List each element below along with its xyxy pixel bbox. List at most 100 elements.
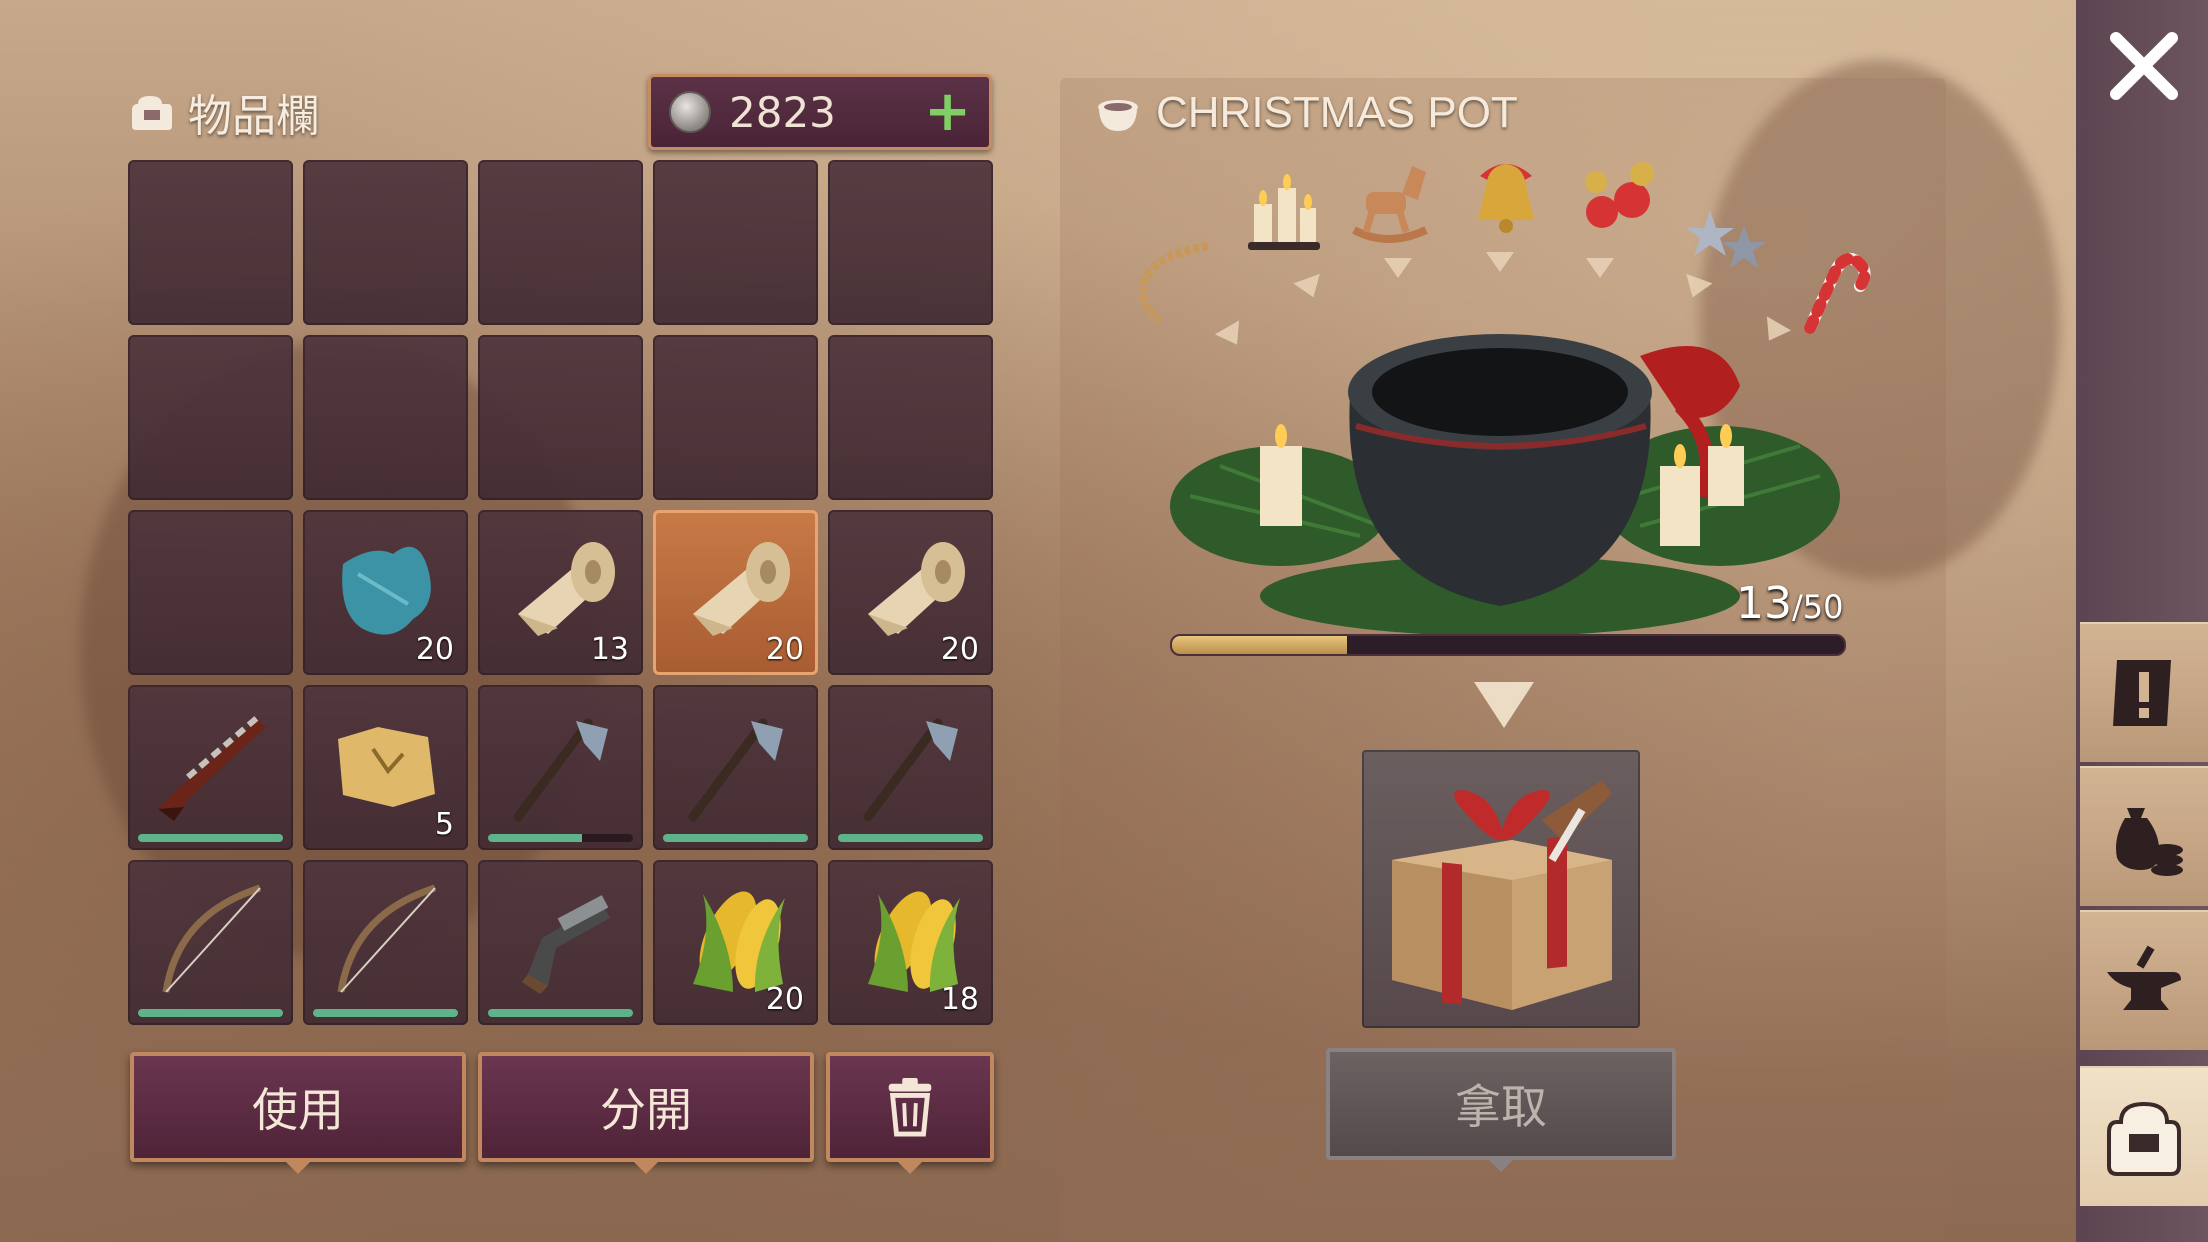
scroll-icon (693, 542, 790, 636)
item-quantity: 18 (940, 982, 979, 1017)
durability-fill (138, 834, 283, 842)
inventory-slot-pistol[interactable] (478, 860, 643, 1025)
sidebar-tab-crafting[interactable] (2080, 910, 2208, 1050)
durability-bar (488, 834, 633, 842)
durability-fill (488, 1009, 633, 1017)
item-quantity: 20 (415, 632, 454, 667)
item-quantity: 20 (765, 632, 804, 667)
cloth-icon (342, 546, 431, 635)
inventory-slot-corn[interactable]: 20 (653, 860, 818, 1025)
corn-icon (868, 891, 960, 992)
inventory-slot-corn[interactable]: 18 (828, 860, 993, 1025)
reward-slot[interactable] (1362, 750, 1640, 1028)
sidebar-tab-inventory[interactable] (2080, 1066, 2208, 1206)
pot-title-text: CHRISTMAS POT (1156, 88, 1518, 137)
money-bag-icon (2116, 808, 2183, 876)
durability-bar (138, 1009, 283, 1017)
inventory-slot-empty[interactable] (128, 335, 293, 500)
inventory-slot-map[interactable]: 5 (303, 685, 468, 850)
bow-icon (337, 884, 437, 993)
inventory-title-text: 物品欄 (188, 91, 320, 142)
take-button[interactable]: 拿取 (1326, 1048, 1676, 1160)
pot-icon (1098, 100, 1138, 131)
scroll-icon (518, 542, 615, 636)
trash-icon (888, 1078, 932, 1137)
gift-box-icon (1392, 780, 1612, 1010)
pot-progress-bar (1170, 634, 1846, 656)
scroll-icon (868, 542, 965, 636)
inventory-slot-empty[interactable] (828, 335, 993, 500)
durability-bar (488, 1009, 633, 1017)
inventory-slot-empty[interactable] (128, 160, 293, 325)
corn-icon (693, 891, 785, 992)
pot-title: CHRISTMAS POT (1096, 88, 1518, 138)
silver-coin-icon (669, 91, 711, 133)
inventory-slot-bow[interactable] (303, 860, 468, 1025)
backpack-icon (132, 96, 172, 130)
pot-progress-label: 13/50 (1736, 578, 1844, 629)
inventory-slot-empty[interactable] (128, 510, 293, 675)
backpack-icon (2107, 1101, 2181, 1176)
inventory-slot-axe[interactable] (478, 685, 643, 850)
durability-fill (663, 834, 808, 842)
anvil-icon (2107, 945, 2181, 1010)
rocking-horse-icon (1352, 166, 1428, 243)
close-icon[interactable] (2104, 26, 2184, 106)
inventory-slot-empty[interactable] (653, 160, 818, 325)
inventory-slot-shotgun[interactable] (128, 685, 293, 850)
inventory-slot-axe[interactable] (653, 685, 818, 850)
add-currency-button[interactable]: + (924, 84, 971, 140)
durability-fill (488, 834, 583, 842)
item-quantity: 5 (434, 807, 454, 842)
pot-progress-fill (1172, 636, 1347, 654)
durability-fill (138, 1009, 283, 1017)
axe-icon (688, 718, 783, 822)
inventory-slot-cloth[interactable]: 20 (303, 510, 468, 675)
ornaments-icon (1585, 162, 1654, 228)
durability-bar (313, 1009, 458, 1017)
inventory-slot-scroll[interactable]: 20 (653, 510, 818, 675)
durability-bar (138, 834, 283, 842)
inventory-slot-axe[interactable] (828, 685, 993, 850)
arrow-indicator (1586, 258, 1614, 278)
inventory-slot-scroll[interactable]: 20 (828, 510, 993, 675)
pistol-icon (522, 895, 610, 994)
trash-button[interactable] (826, 1052, 994, 1162)
shotgun-icon (158, 714, 266, 821)
map-icon (338, 727, 435, 807)
inventory-grid: 20 13 20 20 5 20 18 (128, 160, 993, 1025)
inventory-slot-empty[interactable] (478, 160, 643, 325)
axe-icon (863, 718, 958, 822)
inventory-title: 物品欄 (130, 80, 320, 144)
bow-icon (162, 884, 262, 993)
item-quantity: 20 (765, 982, 804, 1017)
inventory-slot-empty[interactable] (303, 335, 468, 500)
durability-bar (838, 834, 983, 842)
quest-icon (2113, 660, 2171, 726)
pot-progress-current: 13 (1736, 578, 1792, 629)
inventory-slot-empty[interactable] (478, 335, 643, 500)
bell-icon (1478, 164, 1534, 233)
arrow-indicator (1384, 258, 1412, 278)
use-button[interactable]: 使用 (130, 1052, 466, 1162)
durability-fill (838, 834, 983, 842)
arrow-indicator (1486, 252, 1514, 272)
inventory-slot-scroll[interactable]: 13 (478, 510, 643, 675)
sidebar-tab-trade[interactable] (2080, 766, 2208, 906)
inventory-slot-empty[interactable] (303, 160, 468, 325)
item-quantity: 13 (590, 632, 629, 667)
inventory-slot-empty[interactable] (653, 335, 818, 500)
split-button[interactable]: 分開 (478, 1052, 814, 1162)
inventory-slot-bow[interactable] (128, 860, 293, 1025)
down-arrow-icon (1474, 682, 1534, 728)
inventory-slot-empty[interactable] (828, 160, 993, 325)
durability-fill (313, 1009, 458, 1017)
axe-icon (513, 718, 608, 822)
right-sidebar (2076, 0, 2208, 1242)
item-quantity: 20 (940, 632, 979, 667)
candles-icon (1248, 174, 1320, 250)
sidebar-tab-quests[interactable] (2080, 622, 2208, 762)
currency-display: 2823 + (648, 74, 992, 150)
durability-bar (663, 834, 808, 842)
currency-amount: 2823 (729, 87, 836, 137)
